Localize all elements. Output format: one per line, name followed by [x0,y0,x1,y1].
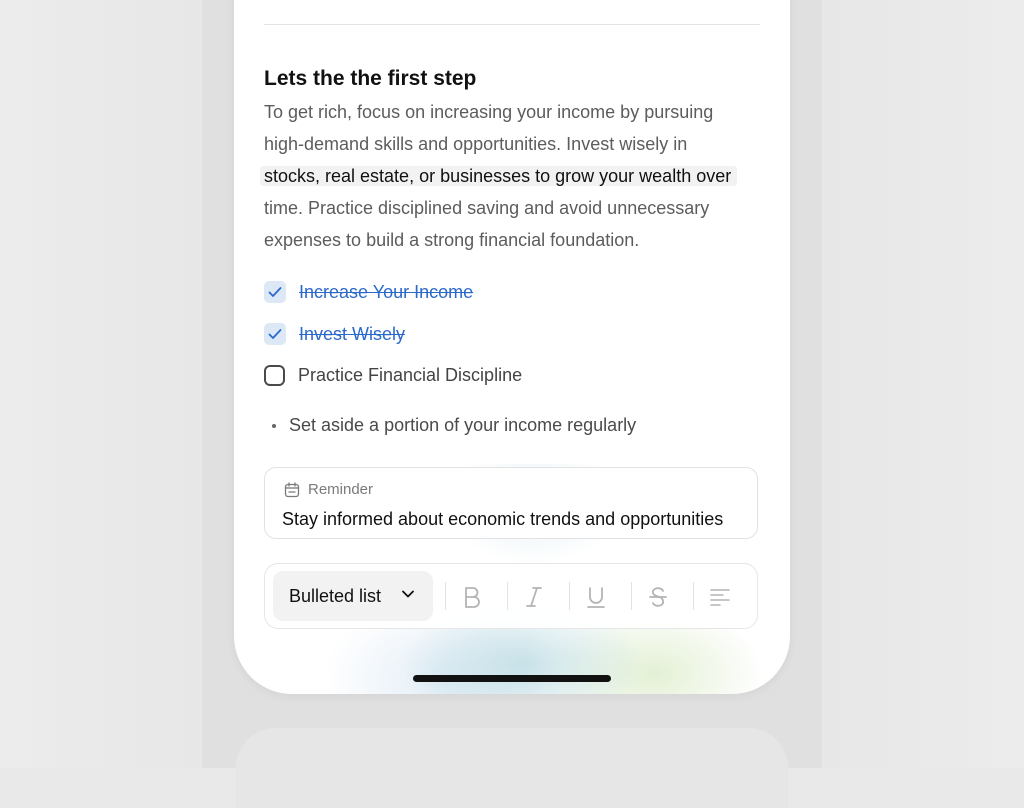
reminder-label: Reminder [308,481,374,498]
checklist-item-financial-discipline[interactable]: Practice Financial Discipline [264,363,522,387]
italic-button[interactable] [519,582,549,612]
toolbar-divider [445,582,446,610]
italic-icon [526,587,542,607]
underline-button[interactable] [581,582,611,612]
checklist-label: Practice Financial Discipline [298,364,523,385]
toolbar-divider [631,582,632,610]
checkbox-unchecked[interactable] [264,364,285,386]
underline-icon [587,587,605,608]
selected-text[interactable]: stocks, real estate, or businesses to gr… [260,166,738,186]
block-format-select[interactable]: Bulleted list [273,571,433,621]
chevron-down-icon [402,590,414,598]
formatting-toolbar: Bulleted list [264,563,758,629]
paragraph-line: expenses to build a strong financial fou… [264,230,640,250]
checkbox-checked[interactable] [264,281,286,303]
note-heading[interactable]: Lets the the first step [264,67,476,91]
align-button[interactable] [705,582,735,612]
backdrop-left [0,0,202,768]
bullet-dot [272,423,276,428]
checkbox-checked[interactable] [264,323,286,345]
checkmark-icon [268,329,282,339]
next-card-preview [236,728,788,808]
strikethrough-button[interactable] [643,582,673,612]
toolbar-divider [693,582,694,610]
bullet-text: Set aside a portion of your income regul… [289,415,637,435]
block-format-label: Bulleted list [289,585,382,606]
checklist-label: Invest Wisely [299,323,406,344]
toolbar-divider [507,582,508,610]
bold-button[interactable] [457,582,487,612]
checklist-item-increase-income[interactable]: Increase Your Income [264,280,473,304]
top-divider [264,24,760,25]
bold-icon [465,587,480,608]
toolbar-divider [569,582,570,610]
paragraph-line: To get rich, focus on increasing your in… [264,102,714,122]
checklist-item-invest-wisely[interactable]: Invest Wisely [264,322,405,346]
strikethrough-icon [649,587,667,607]
phone-screen: Lets the the first step To get rich, foc… [234,0,790,694]
align-left-icon [710,589,730,606]
reminder-header: Reminder [284,481,373,498]
reminder-card[interactable]: Reminder Stay informed about economic tr… [264,467,758,539]
calendar-icon [284,481,300,497]
home-indicator[interactable] [413,675,611,682]
paragraph-line: high-demand skills and opportunities. In… [264,134,688,154]
bullet-item[interactable]: Set aside a portion of your income regul… [272,415,636,436]
backdrop-right [822,0,1024,768]
checkmark-icon [268,287,282,297]
paragraph-line: time. Practice disciplined saving and av… [264,198,710,218]
reminder-text[interactable]: Stay informed about economic trends and … [282,509,723,530]
checklist-label: Increase Your Income [299,281,474,302]
note-paragraph[interactable]: To get rich, focus on increasing your in… [260,96,764,256]
